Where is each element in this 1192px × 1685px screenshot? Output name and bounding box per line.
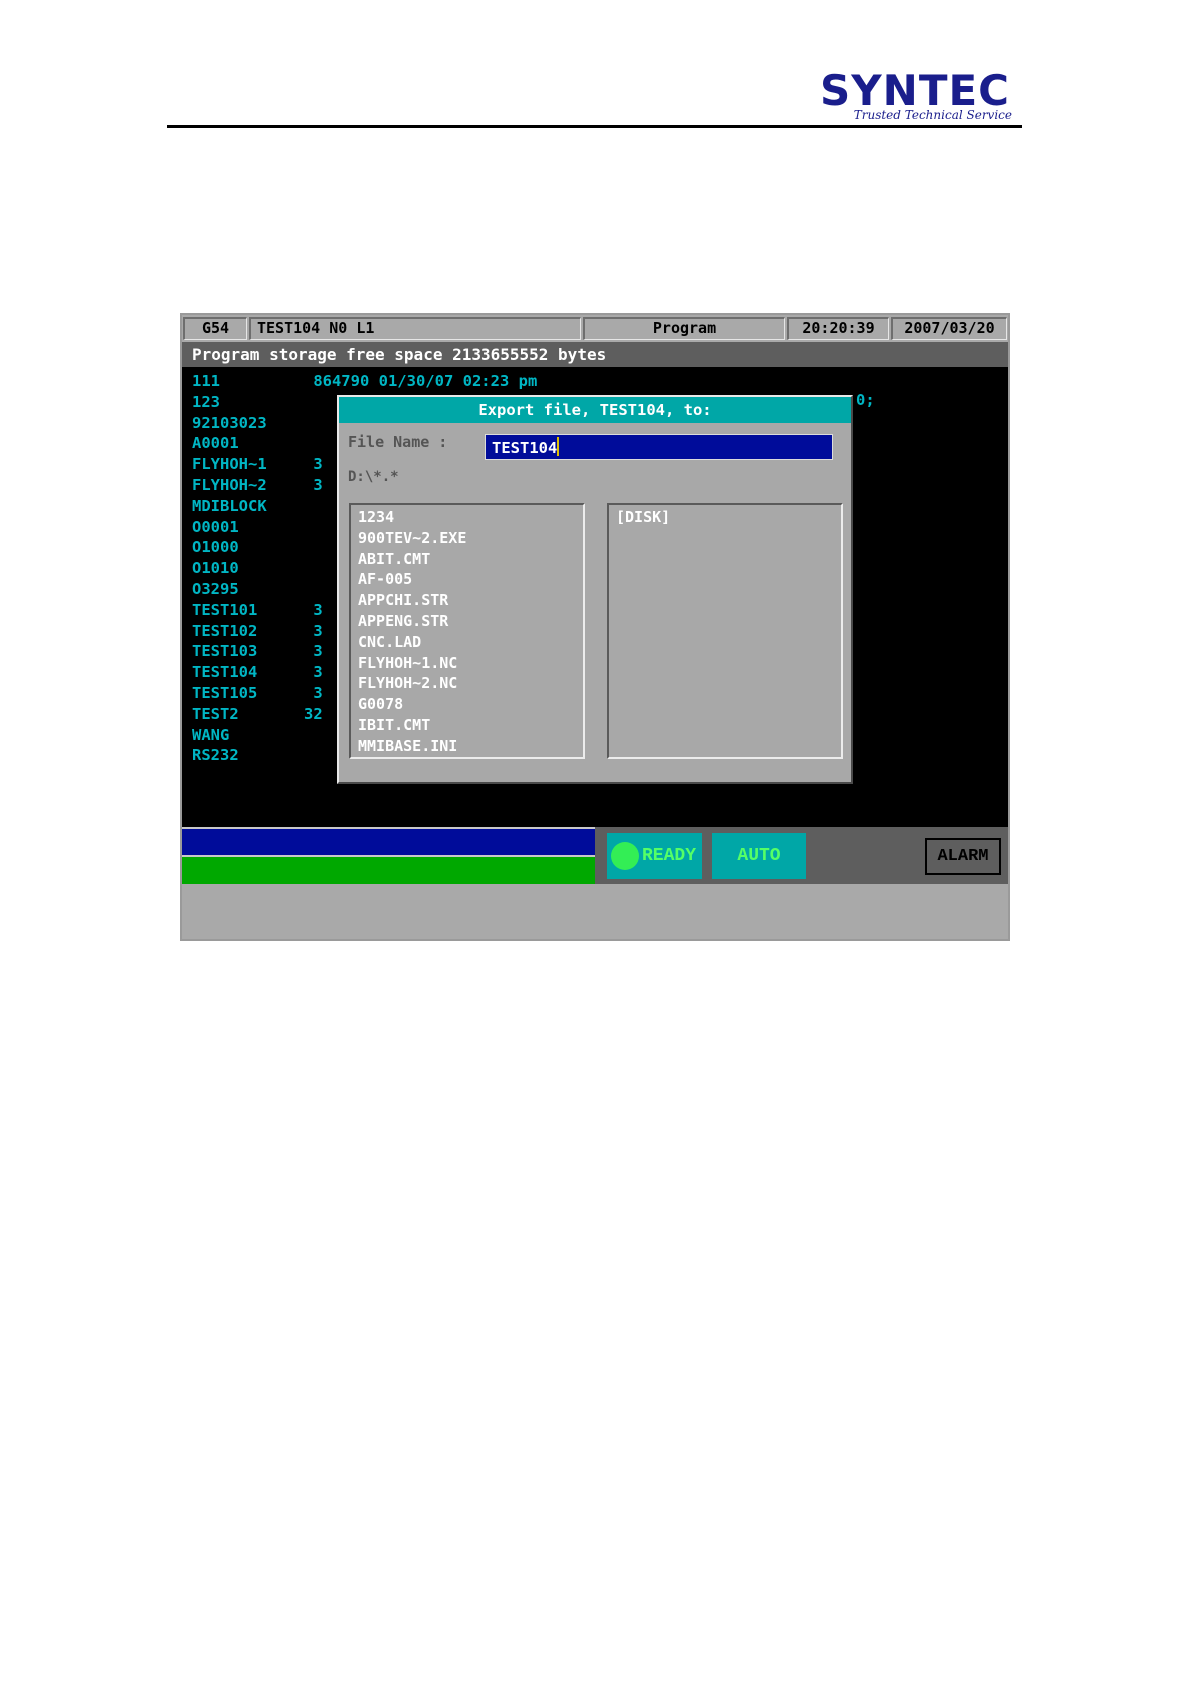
file-list-item[interactable]: CNC.LAD bbox=[358, 632, 583, 653]
file-name-value: TEST104 bbox=[492, 439, 558, 457]
export-dialog: Export file, TEST104, to: File Name : TE… bbox=[337, 395, 853, 784]
cnc-screen: G54 TEST104 N0 L1 Program 20:20:39 2007/… bbox=[180, 313, 1010, 941]
file-list-item[interactable]: FLYHOH~2.NC bbox=[358, 673, 583, 694]
header-rule bbox=[167, 125, 1022, 128]
file-list-item[interactable]: 1234 bbox=[358, 507, 583, 528]
file-list-item[interactable]: APPCHI.STR bbox=[358, 590, 583, 611]
dialog-title: Export file, TEST104, to: bbox=[339, 397, 851, 423]
message-bar bbox=[182, 827, 595, 855]
drive-list-item[interactable]: [DISK] bbox=[616, 507, 841, 528]
file-list-item[interactable]: ABIT.CMT bbox=[358, 549, 583, 570]
file-listbox[interactable]: 1234 900TEV~2.EXE ABIT.CMT AF-005 APPCHI.STR… bbox=[349, 503, 585, 759]
ready-lamp-icon bbox=[611, 842, 639, 870]
file-list-item[interactable]: FLYHOH~1.NC bbox=[358, 653, 583, 674]
clock-date: 2007/03/20 bbox=[891, 317, 1007, 340]
file-name-input[interactable]: TEST104 bbox=[485, 434, 833, 460]
softkey-bar bbox=[182, 884, 1008, 939]
text-caret bbox=[557, 437, 560, 456]
file-list-item[interactable]: G0078 bbox=[358, 694, 583, 715]
mode-title: Program bbox=[583, 317, 785, 340]
clock-time: 20:20:39 bbox=[787, 317, 889, 340]
directory-listbox[interactable]: [DISK] bbox=[607, 503, 843, 759]
file-list-item[interactable]: AF-005 bbox=[358, 569, 583, 590]
program-status: TEST104 N0 L1 bbox=[249, 317, 581, 340]
alarm-button[interactable]: ALARM bbox=[925, 838, 1001, 875]
program-list-item[interactable]: 111 864790 01/30/07 02:23 pm bbox=[192, 371, 537, 392]
file-list-item[interactable]: IBIT.CMT bbox=[358, 715, 583, 736]
logo-tagline: Trusted Technical Service bbox=[853, 108, 1012, 122]
path-filter: D:\*.* bbox=[348, 469, 399, 485]
auto-mode-indicator: AUTO bbox=[712, 833, 806, 879]
list-tail-fragment: 0; bbox=[856, 391, 875, 409]
top-status-bar: G54 TEST104 N0 L1 Program 20:20:39 2007/… bbox=[182, 315, 1008, 342]
status-bar bbox=[182, 855, 595, 884]
file-list-item[interactable]: 900TEV~2.EXE bbox=[358, 528, 583, 549]
ready-indicator: READY bbox=[607, 833, 702, 879]
ready-label: READY bbox=[642, 846, 697, 866]
file-list-item[interactable]: MMIBASE.INI bbox=[358, 736, 583, 757]
coord-system: G54 bbox=[183, 317, 247, 340]
machine-status-panel: READY AUTO ALARM bbox=[595, 827, 1008, 884]
storage-info-bar: Program storage free space 2133655552 by… bbox=[182, 342, 1008, 367]
syntec-logo: SYNTEC Trusted Technical Service bbox=[800, 66, 1012, 126]
file-list-item[interactable]: APPENG.STR bbox=[358, 611, 583, 632]
file-name-label: File Name : bbox=[348, 433, 448, 451]
